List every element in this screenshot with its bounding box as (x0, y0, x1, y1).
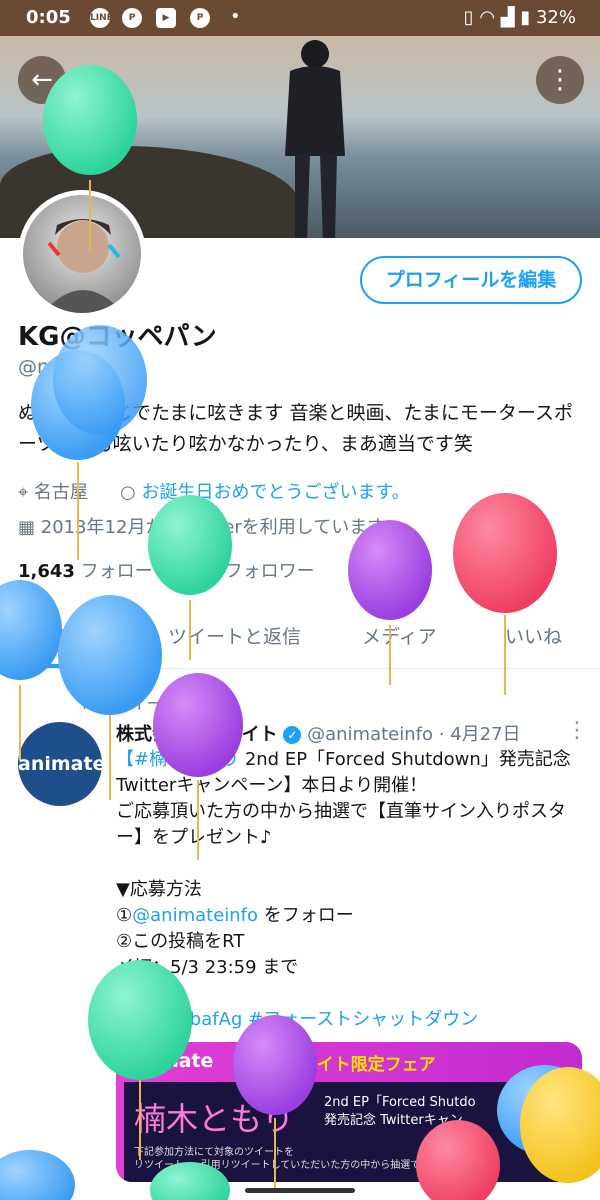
tweet-author-name[interactable]: 株式会社アニメイト (116, 724, 278, 745)
following-label: フォロー (80, 561, 153, 582)
step1-prefix: ① (116, 905, 133, 926)
youtube-icon: ▶ (156, 8, 176, 28)
pinterest-icon: P (122, 8, 142, 28)
tweet-links[interactable]: bit.ly/3gbafAg #フォーストシャットダウン (116, 1007, 586, 1033)
retweet-icon: ⇅ (80, 694, 94, 713)
follow-counts: 1,643 フォロー 211 フォロワー (18, 557, 315, 583)
card-small-line1: 下記参加方法にて対象のツイートを (134, 1147, 294, 1158)
wifi-icon: ◠ (479, 7, 496, 28)
arrow-left-icon: ← (31, 65, 53, 95)
mention-link[interactable]: @animateinfo (132, 905, 258, 926)
followers-count: 211 (181, 561, 219, 582)
line-icon: LINE (90, 8, 113, 28)
calendar-icon: ▦ (18, 517, 36, 538)
pinterest-icon: P (190, 8, 210, 28)
status-time: 0:05 (26, 7, 71, 28)
profile-avatar[interactable] (18, 190, 146, 318)
tweet-date: · 4月27日 (438, 724, 521, 745)
birthday-text[interactable]: お誕生日おめでとうございます。 (141, 482, 409, 503)
battery-icon: ▮ (520, 7, 531, 28)
status-right: ▯ ◠ ▟ ▮ 32% (464, 7, 576, 28)
card-ep-text: 2nd EP「Forced Shutdo 発売記念 Twitterキャン (324, 1094, 476, 1130)
location-text: 名古屋 (33, 482, 88, 503)
card-fair-title: アニメイト限定フェア (266, 1055, 436, 1075)
back-button[interactable]: ← (18, 56, 66, 104)
notification-dot-icon: • (230, 6, 241, 27)
card-small-line2: リツイート or 引用リツイートしていただいた方の中から抽選で3名様に (134, 1160, 457, 1171)
cover-person (285, 40, 345, 238)
card-small-text: 下記参加方法にて対象のツイートを リツイート or 引用リツイートしていただいた… (134, 1146, 457, 1172)
profile-bio: ぬる～い感じでたまに呟きます 音楽と映画、たまにモータースポーツの事も呟いたり呟… (18, 402, 573, 455)
signal-icon: ▟ (500, 7, 515, 28)
edit-profile-button[interactable]: プロフィールを編集 (360, 256, 582, 304)
tweet-media-card[interactable]: animate アニメイト限定フェア 楠木ともり 2nd EP「Forced S… (116, 1042, 582, 1182)
status-bar: 0:05 LINE P ▶ P • ▯ ◠ ▟ ▮ 32% (0, 0, 600, 36)
gesture-nav-bar[interactable] (245, 1188, 355, 1193)
balloon-icon (0, 1150, 75, 1200)
profile-handle: @nc__ijk (18, 356, 101, 378)
following-count: 1,643 (18, 561, 75, 582)
birthday: ○ お誕生日おめでとうございます。 (120, 478, 410, 504)
followers-label: フォロワー (224, 561, 315, 582)
retweet-indicator: ⇅ リツイート済み (80, 690, 211, 714)
tweet-author-avatar[interactable]: animate (18, 722, 105, 806)
following-link[interactable]: 1,643 フォロー (18, 561, 153, 582)
location-pin-icon: ⌖ (18, 482, 29, 503)
tweet-method-title: ▼応募方法 (116, 879, 202, 900)
tweet-step2: ②この投稿をRT (116, 931, 245, 952)
card-ep-line2: 発売記念 Twitterキャン (324, 1113, 463, 1128)
tab-tweets[interactable]: ツイート (30, 622, 106, 649)
more-vertical-icon: ⋮ (547, 65, 573, 95)
tweet-deadline: 〆切：5/3 23:59 まで (116, 957, 299, 978)
tweet-more-icon[interactable]: ⋮ (566, 718, 588, 743)
tweet-header: 株式会社アニメイト ✓ @animateinfo · 4月27日 (116, 720, 521, 746)
profile-tabs: ツイート ツイートと返信 メディア いいね (0, 600, 600, 669)
card-ep-line1: 2nd EP「Forced Shutdo (324, 1095, 476, 1110)
tab-media[interactable]: メディア (362, 622, 437, 649)
location: ⌖ 名古屋 (18, 478, 88, 504)
tab-likes[interactable]: いいね (505, 622, 562, 649)
verified-badge-icon: ✓ (283, 726, 302, 744)
card-logo: animate (126, 1050, 214, 1072)
vibrate-icon: ▯ (463, 7, 474, 28)
card-artist: 楠木ともり (134, 1100, 295, 1138)
card-image: 楠木ともり 2nd EP「Forced Shutdo 発売記念 Twitterキ… (124, 1082, 574, 1182)
more-options-button[interactable]: ⋮ (536, 56, 584, 104)
step1-suffix: をフォロー (258, 905, 354, 926)
retweet-label: リツイート済み (98, 694, 211, 713)
tweet-body: 【#楠木ともり 2nd EP「Forced Shutdown」発売記念Twitt… (116, 747, 586, 1033)
tab-active-indicator (0, 664, 140, 668)
profile-name: KG@コッペパン (18, 322, 217, 352)
join-date-text: 2013年12月からTwitterを利用しています (40, 517, 386, 538)
tweet-author-handle: @animateinfo (307, 724, 434, 745)
tab-tweets-replies[interactable]: ツイートと返信 (168, 622, 301, 649)
balloon-icon: ○ (120, 482, 136, 503)
tweet-line2: ご応募頂いた方の中から抽選で【直筆サイン入りポスター】をプレゼント♪ (116, 801, 566, 848)
followers-link[interactable]: 211 フォロワー (181, 561, 314, 582)
battery-level: 32% (535, 7, 576, 28)
join-date: ▦ 2013年12月からTwitterを利用しています (18, 513, 385, 539)
hashtag-link[interactable]: 【#楠木ともり (116, 749, 239, 770)
